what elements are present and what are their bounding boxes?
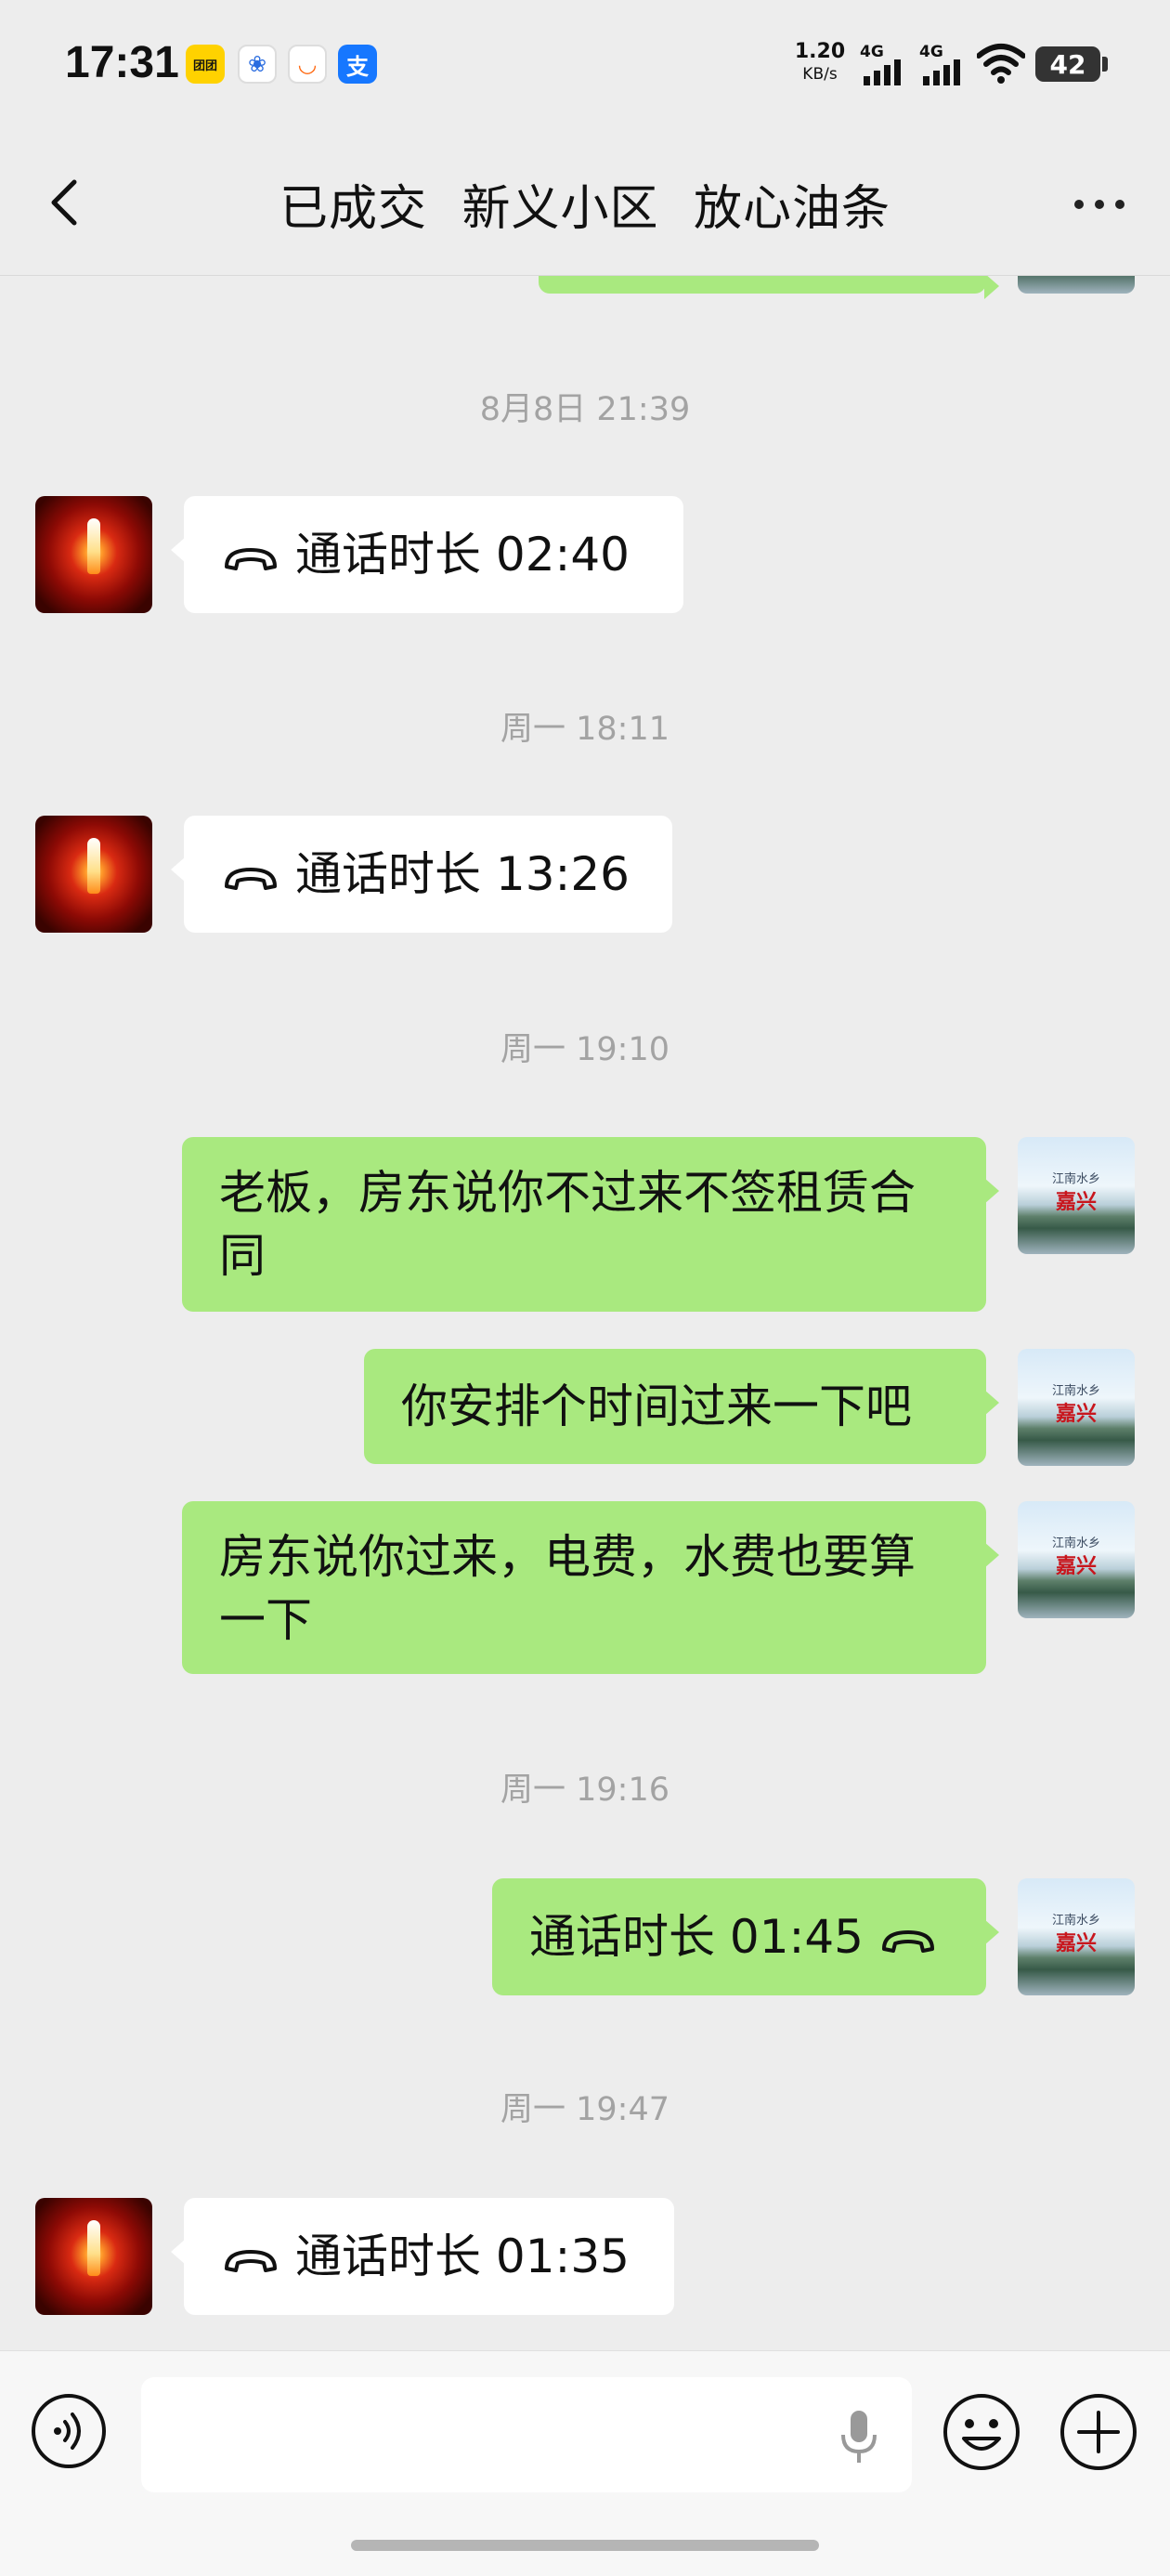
call-duration: 通话时长 13:26 bbox=[295, 847, 630, 901]
more-functions-button[interactable] bbox=[1059, 2392, 1138, 2472]
self-avatar[interactable]: 江南水乡 嘉兴 bbox=[1018, 1501, 1135, 1618]
message-text: 你安排个时间过来一下吧 bbox=[401, 1380, 912, 1433]
call-record-bubble[interactable]: 通话时长 13:26 bbox=[171, 816, 672, 933]
message-bubble[interactable]: 你安排个时间过来一下吧 bbox=[364, 1349, 999, 1464]
timestamp: 周一 19:16 bbox=[500, 1772, 670, 1809]
avatar-title: 嘉兴 bbox=[1055, 1190, 1097, 1214]
contact-avatar[interactable] bbox=[35, 816, 152, 933]
avatar-caption: 江南水乡 bbox=[1051, 1536, 1100, 1550]
dot-icon bbox=[1115, 200, 1124, 209]
contact-avatar[interactable] bbox=[35, 2198, 152, 2315]
timestamp: 8月8日 21:39 bbox=[479, 391, 691, 428]
network-speed-unit: KB/s bbox=[802, 65, 838, 84]
message-text: 房东说你过来，电费，水费也要算一下 bbox=[219, 1530, 916, 1647]
more-options-button[interactable] bbox=[1062, 177, 1137, 232]
dot-icon bbox=[1074, 200, 1084, 209]
signal-1-label: 4G bbox=[860, 43, 884, 61]
voice-input-button[interactable] bbox=[30, 2392, 108, 2470]
contact-avatar[interactable] bbox=[35, 496, 152, 613]
phone-hangup-icon bbox=[882, 1929, 934, 1953]
self-avatar[interactable]: 江南水乡 嘉兴 bbox=[1018, 1349, 1135, 1466]
message-bubble[interactable]: 老板，房东说你不过来不签租赁合同 bbox=[182, 1137, 999, 1312]
avatar-caption: 江南水乡 bbox=[1051, 1172, 1100, 1186]
alipay-icon: 支 bbox=[338, 45, 377, 84]
dot-icon bbox=[1095, 200, 1104, 209]
message-text: 老板，房东说你不过来不签租赁合同 bbox=[219, 1166, 916, 1283]
signal-2-icon: 4G bbox=[919, 43, 966, 85]
self-avatar[interactable]: 江南水乡 嘉兴 bbox=[1018, 1137, 1135, 1254]
baidu-icon: ❀ bbox=[238, 45, 277, 84]
self-avatar[interactable]: 江南水乡 嘉兴 bbox=[1018, 1878, 1135, 1995]
status-time: 17:31 bbox=[65, 38, 179, 87]
call-record-bubble[interactable]: 通话时长 01:45 bbox=[492, 1878, 999, 1995]
timestamp: 周一 18:11 bbox=[500, 711, 670, 748]
call-duration: 通话时长 01:35 bbox=[295, 2229, 630, 2283]
call-record-bubble[interactable]: 通话时长 02:40 bbox=[171, 496, 683, 613]
status-bar: 17:31 团团 ❀ ◡ 支 1.20 KB/s 4G 4G 42 bbox=[0, 0, 1170, 130]
message-input[interactable] bbox=[141, 2377, 912, 2492]
call-duration: 通话时长 02:40 bbox=[295, 528, 630, 582]
phone-hangup-icon bbox=[225, 547, 277, 570]
battery-indicator: 42 bbox=[1035, 46, 1108, 82]
avatar-title: 嘉兴 bbox=[1055, 1402, 1097, 1426]
call-record-bubble[interactable]: 通话时长 01:35 bbox=[171, 2198, 674, 2315]
meituan-icon: 团团 bbox=[186, 45, 225, 84]
back-button[interactable] bbox=[37, 173, 97, 232]
timestamp: 周一 19:10 bbox=[500, 1031, 670, 1068]
message-bubble[interactable]: 房东说你过来，电费，水费也要算一下 bbox=[182, 1501, 999, 1674]
phone-hangup-icon bbox=[225, 2249, 277, 2272]
call-duration: 通话时长 01:45 bbox=[529, 1910, 864, 1964]
wifi-icon bbox=[977, 44, 1025, 84]
avatar-title: 嘉兴 bbox=[1055, 1931, 1097, 1955]
chat-header: 已成交 新义小区 放心油条 bbox=[0, 130, 1170, 276]
timestamp: 周一 19:47 bbox=[500, 2091, 670, 2128]
signal-1-icon: 4G bbox=[860, 43, 906, 85]
didi-icon: ◡ bbox=[288, 45, 327, 84]
signal-2-label: 4G bbox=[919, 43, 943, 61]
home-indicator[interactable] bbox=[351, 2540, 819, 2551]
avatar-title: 嘉兴 bbox=[1055, 1554, 1097, 1578]
network-speed: 1.20 KB/s bbox=[791, 41, 849, 85]
phone-hangup-icon bbox=[225, 867, 277, 890]
avatar-caption: 江南水乡 bbox=[1051, 1384, 1100, 1398]
emoji-button[interactable] bbox=[942, 2392, 1021, 2472]
microphone-icon[interactable] bbox=[836, 2409, 882, 2465]
chat-title: 已成交 新义小区 放心油条 bbox=[279, 181, 891, 237]
network-speed-value: 1.20 bbox=[794, 40, 846, 63]
avatar-caption: 江南水乡 bbox=[1051, 1914, 1100, 1928]
